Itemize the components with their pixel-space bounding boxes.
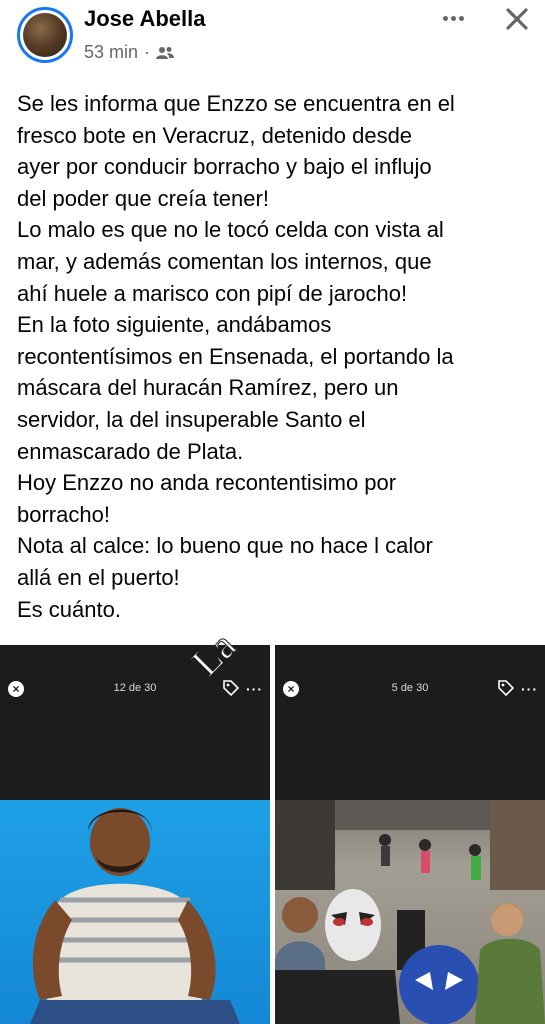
- post-line: recontentísimos en Ensenada, el portando…: [17, 343, 454, 369]
- photo-grid: × 12 de 30 ··· × 5 de 30 ···: [0, 645, 545, 1024]
- post-line: servidor, la del insuperable Santo el: [17, 406, 366, 432]
- post-line: Se les informa que Enzzo se encuentra en…: [17, 91, 455, 116]
- avatar-photo: [23, 13, 67, 57]
- more-dot: [458, 15, 464, 21]
- post-time[interactable]: 53 min: [84, 42, 138, 63]
- photo-viewer-bar: × 5 de 30 ···: [275, 645, 545, 800]
- post-body: Se les informa que Enzzo se encuentra en…: [17, 88, 537, 625]
- post-line: En la foto siguiente, andábamos: [17, 312, 332, 338]
- photo-image: [275, 800, 545, 1024]
- post-line: allá en el puerto!: [17, 564, 180, 590]
- avatar[interactable]: [17, 7, 73, 63]
- man-sitting-illustration: [30, 808, 240, 1024]
- photo-left[interactable]: × 12 de 30 ···: [0, 645, 270, 1024]
- more-dot: [442, 15, 448, 21]
- post-meta: 53 min ·: [84, 42, 175, 63]
- friends-icon[interactable]: [156, 46, 175, 60]
- more-options-button[interactable]: [436, 4, 470, 32]
- more-dot: [450, 15, 456, 21]
- crowd-street-illustration: [275, 800, 545, 1024]
- post-line: máscara del huracán Ramírez, pero un: [17, 375, 399, 401]
- post-line: ayer por conducir borracho y bajo el inf…: [17, 154, 432, 180]
- photo-menu-icon[interactable]: ···: [246, 681, 263, 697]
- post-line: Hoy Enzzo no anda recontentisimo por: [17, 470, 397, 496]
- post-header: Jose Abella 53 min ·: [0, 0, 545, 72]
- photo-right[interactable]: × 5 de 30 ···: [275, 645, 545, 1024]
- tag-icon[interactable]: [222, 679, 240, 697]
- tag-icon[interactable]: [497, 679, 515, 697]
- post-line: del poder que creía tener!: [17, 185, 269, 211]
- post-line: Nota al calce: lo bueno que no hace l ca…: [17, 533, 433, 559]
- post-line: Es cuánto.: [17, 596, 121, 622]
- post-line: ahí huele a marisco con pipí de jarocho!: [17, 280, 408, 306]
- post-line: borracho!: [17, 501, 110, 527]
- close-icon[interactable]: [500, 2, 534, 36]
- post-line: Lo malo es que no le tocó celda con vist…: [17, 217, 444, 243]
- post-line: enmascarado de Plata.: [17, 438, 244, 464]
- photo-image: [0, 800, 270, 1024]
- photo-menu-icon[interactable]: ···: [521, 681, 538, 697]
- post-line: mar, y además comentan los internos, que: [17, 248, 432, 274]
- author-name[interactable]: Jose Abella: [84, 6, 205, 32]
- meta-separator: ·: [144, 42, 151, 62]
- post-line: fresco bote en Veracruz, detenido desde: [17, 122, 413, 148]
